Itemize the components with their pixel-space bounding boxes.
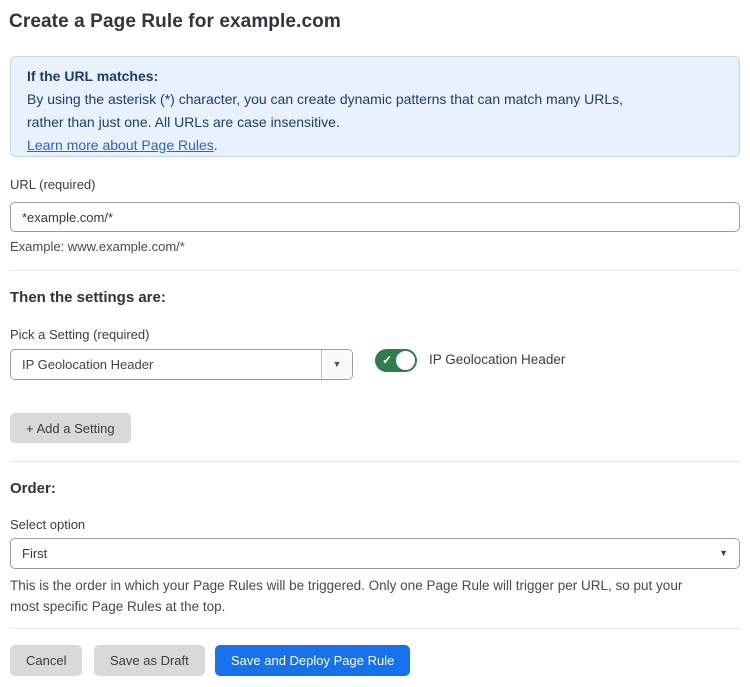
settings-section-heading: Then the settings are:	[10, 289, 166, 306]
learn-more-link[interactable]: Learn more about Page Rules	[27, 137, 214, 153]
create-page-rule-panel: Create a Page Rule for example.com If th…	[0, 0, 750, 687]
order-section-heading: Order:	[10, 480, 56, 497]
divider	[10, 628, 740, 629]
url-input[interactable]	[10, 202, 740, 232]
add-setting-button[interactable]: + Add a Setting	[10, 413, 131, 443]
order-select-value: First	[11, 546, 719, 561]
order-select[interactable]: First ▼	[10, 538, 740, 569]
divider	[10, 461, 740, 462]
save-deploy-button[interactable]: Save and Deploy Page Rule	[215, 645, 410, 676]
divider	[10, 270, 740, 271]
url-match-info-box: If the URL matches: By using the asteris…	[10, 56, 740, 157]
page-title: Create a Page Rule for example.com	[9, 11, 341, 33]
pick-setting-label: Pick a Setting (required)	[10, 327, 149, 342]
info-box-heading: If the URL matches:	[27, 65, 723, 88]
info-box-body: By using the asterisk (*) character, you…	[27, 88, 659, 134]
setting-select[interactable]: IP Geolocation Header ▼	[10, 349, 353, 380]
chevron-down-icon: ▼	[333, 360, 342, 369]
setting-select-arrow-button[interactable]: ▼	[321, 350, 352, 379]
order-help-text: This is the order in which your Page Rul…	[10, 575, 715, 617]
toggle-knob	[395, 350, 416, 371]
url-field-label: URL (required)	[10, 177, 96, 192]
check-icon: ✓	[382, 353, 392, 368]
order-select-label: Select option	[10, 517, 85, 532]
ip-geolocation-toggle[interactable]: ✓	[375, 349, 417, 372]
chevron-down-icon: ▼	[719, 549, 739, 558]
setting-select-value: IP Geolocation Header	[11, 357, 321, 372]
toggle-label: IP Geolocation Header	[429, 352, 565, 367]
cancel-button[interactable]: Cancel	[10, 645, 82, 676]
link-suffix: .	[214, 137, 218, 153]
url-example-text: Example: www.example.com/*	[10, 239, 185, 254]
save-draft-button[interactable]: Save as Draft	[94, 645, 205, 676]
info-box-link-line: Learn more about Page Rules.	[27, 134, 723, 157]
